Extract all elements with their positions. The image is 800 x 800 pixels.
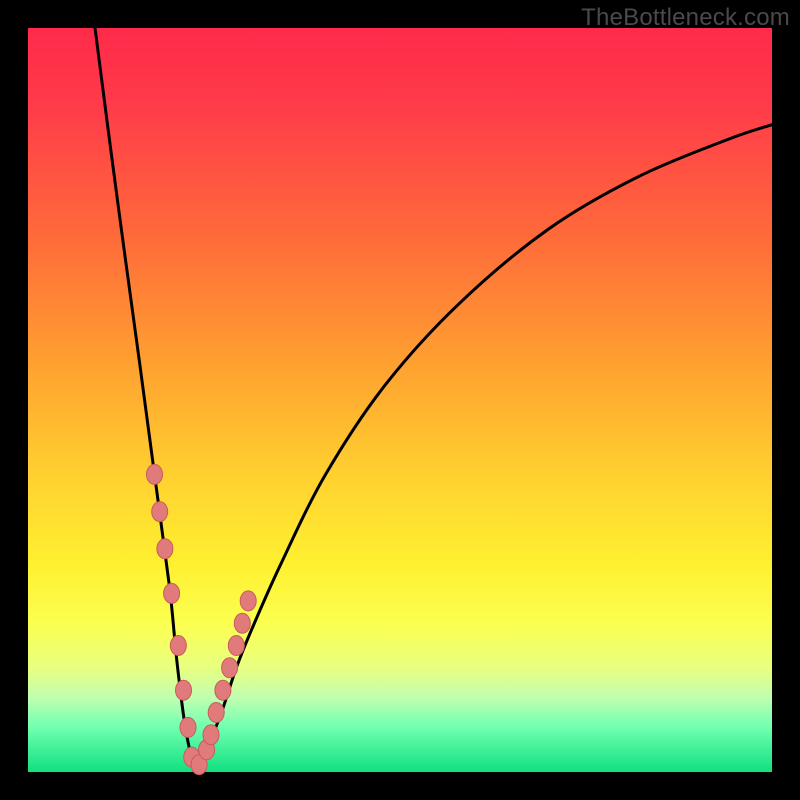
highlight-marker xyxy=(180,717,196,737)
highlight-marker xyxy=(228,636,244,656)
highlighted-points-group xyxy=(147,464,257,774)
highlight-marker xyxy=(222,658,238,678)
chart-frame: TheBottleneck.com xyxy=(0,0,800,800)
chart-svg xyxy=(28,28,772,772)
watermark-text: TheBottleneck.com xyxy=(581,4,790,32)
highlight-marker xyxy=(157,539,173,559)
highlight-marker xyxy=(164,583,180,603)
highlight-marker xyxy=(147,464,163,484)
highlight-marker xyxy=(208,703,224,723)
chart-plot-area xyxy=(28,28,772,772)
highlight-marker xyxy=(176,680,192,700)
highlight-marker xyxy=(152,502,168,522)
bottleneck-curve xyxy=(95,28,772,765)
highlight-marker xyxy=(203,725,219,745)
highlight-marker xyxy=(240,591,256,611)
highlight-marker xyxy=(234,613,250,633)
highlight-marker xyxy=(170,636,186,656)
highlight-marker xyxy=(215,680,231,700)
